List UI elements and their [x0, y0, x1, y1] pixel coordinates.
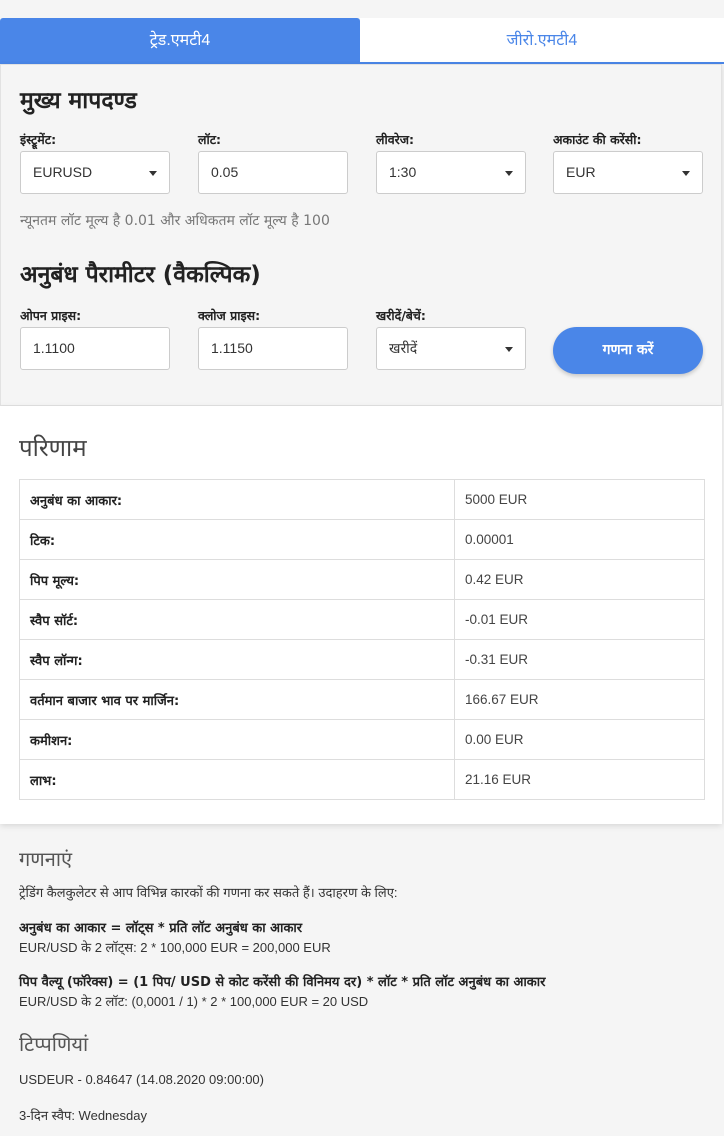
calculate-button[interactable]: गणना करें — [553, 327, 703, 374]
chevron-down-icon — [505, 171, 513, 176]
main-params-title: मुख्य मापदण्ड — [20, 88, 137, 114]
chevron-down-icon — [682, 171, 690, 176]
open-price-value: 1.1100 — [33, 340, 75, 356]
result-value: 5000 EUR — [454, 479, 705, 520]
tab-trade-mt4[interactable]: ट्रेड.एमटी4 — [0, 18, 360, 64]
table-row: पिप मूल्य: 0.42 EUR — [19, 559, 705, 600]
example-contract-size: EUR/USD के 2 लॉट्स: 2 * 100,000 EUR = 20… — [19, 940, 331, 955]
table-row: कमीशन: 0.00 EUR — [19, 719, 705, 760]
account-currency-label: अकाउंट की करेंसी: — [553, 132, 642, 147]
swap-day-note: 3-दिन स्वैप: Wednesday — [19, 1108, 147, 1123]
instrument-select[interactable]: EURUSD — [20, 151, 170, 194]
result-value: 166.67 EUR — [454, 679, 705, 720]
leverage-value: 1:30 — [389, 164, 417, 180]
chevron-down-icon — [149, 171, 157, 176]
formula-contract-size: अनुबंध का आकार = लॉट्स * प्रति लॉट अनुबं… — [19, 921, 303, 936]
parameters-card: मुख्य मापदण्ड इंस्ट्रूमेंट: EURUSD लॉट: … — [0, 64, 722, 406]
lot-label: लॉट: — [198, 132, 222, 147]
result-value: 21.16 EUR — [454, 759, 705, 800]
lot-input[interactable]: 0.05 — [198, 151, 348, 194]
lot-value: 0.05 — [211, 164, 239, 180]
tab-zero-mt4[interactable]: जीरो.एमटी4 — [360, 18, 724, 64]
result-key: वर्तमान बाजार भाव पर मार्जिन: — [19, 679, 455, 720]
open-price-input[interactable]: 1.1100 — [20, 327, 170, 370]
close-price-value: 1.1150 — [211, 340, 253, 356]
calculations-title: गणनाएं — [19, 847, 73, 871]
result-value: 0.00001 — [454, 519, 705, 560]
account-currency-select[interactable]: EUR — [553, 151, 703, 194]
example-pip-value: EUR/USD के 2 लॉट: (0,0001 / 1) * 2 * 100… — [19, 994, 369, 1009]
result-key: स्वैप सॉर्ट: — [19, 599, 455, 640]
table-row: स्वैप लॉन्ग: -0.31 EUR — [19, 639, 705, 680]
contract-params-title: अनुबंध पैरामीटर (वैकल्पिक) — [20, 262, 261, 288]
close-price-label: क्लोज प्राइस: — [198, 308, 261, 323]
notes-title: टिप्पणियां — [19, 1032, 89, 1056]
results-title: परिणाम — [19, 434, 87, 462]
result-key: पिप मूल्य: — [19, 559, 455, 600]
table-row: टिक: 0.00001 — [19, 519, 705, 560]
result-key: स्वैप लॉन्ग: — [19, 639, 455, 680]
leverage-label: लीवरेज: — [376, 132, 415, 147]
results-card: परिणाम अनुबंध का आकार: 5000 EUR टिक: 0.000… — [0, 406, 722, 824]
exchange-rate-note: USDEUR - 0.84647 (14.08.2020 09:00:00) — [19, 1072, 264, 1087]
calculations-intro: ट्रेडिंग कैलकुलेटर से आप विभिन्न कारकों … — [19, 885, 398, 900]
account-currency-value: EUR — [566, 164, 596, 180]
buy-sell-value: खरीदें — [389, 340, 418, 356]
result-key: लाभ: — [19, 759, 455, 800]
formula-pip-value: पिप वैल्यू (फॉरेक्स) = (1 पिप/ USD से को… — [19, 975, 546, 990]
result-value: 0.42 EUR — [454, 559, 705, 600]
platform-tabs: ट्रेड.एमटी4 जीरो.एमटी4 — [0, 18, 724, 64]
chevron-down-icon — [505, 347, 513, 352]
result-key: कमीशन: — [19, 719, 455, 760]
table-row: लाभ: 21.16 EUR — [19, 759, 705, 800]
lot-range-hint: न्यूनतम लॉट मूल्य है 0.01 और अधिकतम लॉट … — [20, 213, 330, 229]
table-row: अनुबंध का आकार: 5000 EUR — [19, 479, 705, 520]
table-row: वर्तमान बाजार भाव पर मार्जिन: 166.67 EUR — [19, 679, 705, 720]
instrument-value: EURUSD — [33, 164, 93, 180]
result-key: टिक: — [19, 519, 455, 560]
open-price-label: ओपन प्राइस: — [20, 308, 82, 323]
instrument-label: इंस्ट्रूमेंट: — [20, 132, 57, 147]
leverage-select[interactable]: 1:30 — [376, 151, 526, 194]
result-key: अनुबंध का आकार: — [19, 479, 455, 520]
result-value: 0.00 EUR — [454, 719, 705, 760]
close-price-input[interactable]: 1.1150 — [198, 327, 348, 370]
buy-sell-label: खरीदें/बेचें: — [376, 308, 426, 323]
results-table: अनुबंध का आकार: 5000 EUR टिक: 0.00001 पिप … — [19, 479, 705, 800]
buy-sell-select[interactable]: खरीदें — [376, 327, 526, 370]
result-value: -0.31 EUR — [454, 639, 705, 680]
result-value: -0.01 EUR — [454, 599, 705, 640]
table-row: स्वैप सॉर्ट: -0.01 EUR — [19, 599, 705, 640]
